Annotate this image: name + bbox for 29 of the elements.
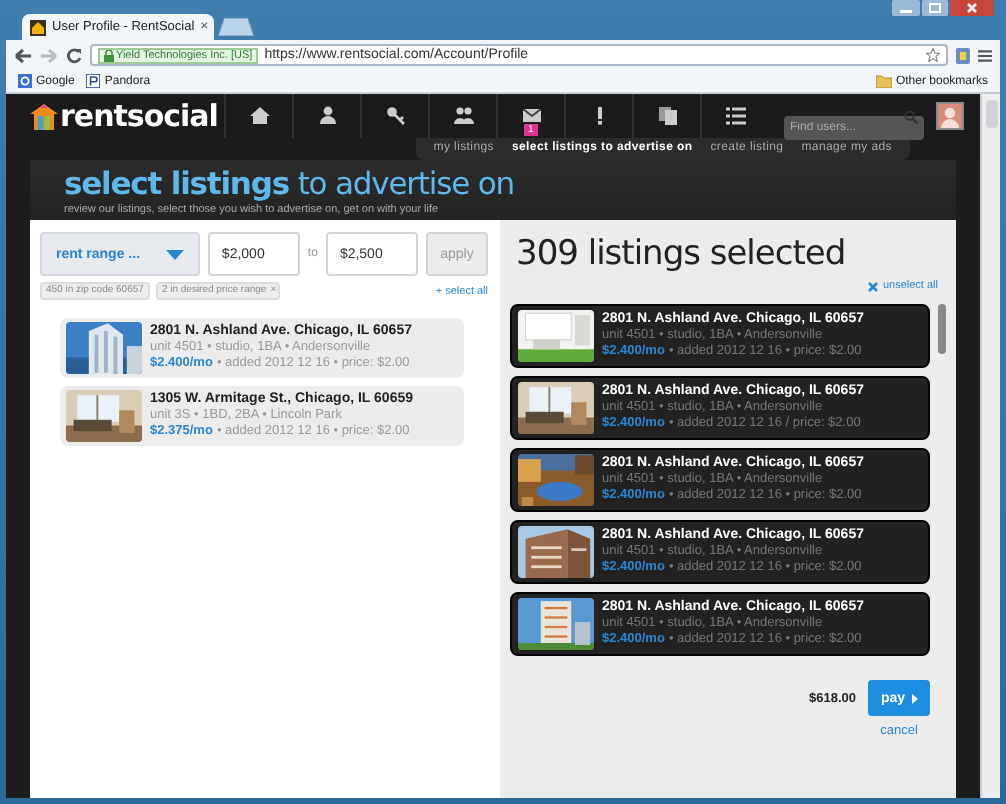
google-icon: [18, 74, 32, 88]
page-title: select listings to advertise on: [64, 168, 516, 202]
list-icon[interactable]: [725, 106, 745, 126]
back-icon[interactable]: [14, 47, 32, 63]
new-tab-button[interactable]: [218, 18, 254, 36]
mail-icon[interactable]: [521, 106, 541, 126]
site-favicon: [30, 19, 46, 35]
selected-count-title: 309 listings selected: [516, 232, 848, 276]
logo-wordmark[interactable]: rentsocial: [60, 98, 218, 134]
close-window-button[interactable]: [950, 0, 994, 16]
avatar-icon[interactable]: [936, 102, 964, 130]
page-scrollbar[interactable]: [980, 94, 1000, 798]
documents-icon[interactable]: [657, 106, 677, 126]
home-icon[interactable]: [249, 106, 269, 126]
reload-icon[interactable]: [66, 47, 82, 63]
close-icon: [868, 281, 879, 291]
scrollbar-thumb[interactable]: [938, 304, 946, 354]
house-logo-icon: [30, 103, 58, 129]
extension-icon[interactable]: [956, 47, 970, 63]
key-icon[interactable]: [385, 106, 405, 126]
bookmark-star-icon[interactable]: [926, 48, 940, 62]
menu-icon[interactable]: [978, 49, 992, 61]
person-icon[interactable]: [317, 106, 337, 126]
people-icon[interactable]: [453, 106, 473, 126]
pandora-icon: [86, 74, 101, 88]
lock-icon: [104, 49, 114, 61]
caret-icon: [165, 249, 184, 259]
folder-icon: [875, 74, 892, 88]
caret-icon: [911, 693, 918, 703]
